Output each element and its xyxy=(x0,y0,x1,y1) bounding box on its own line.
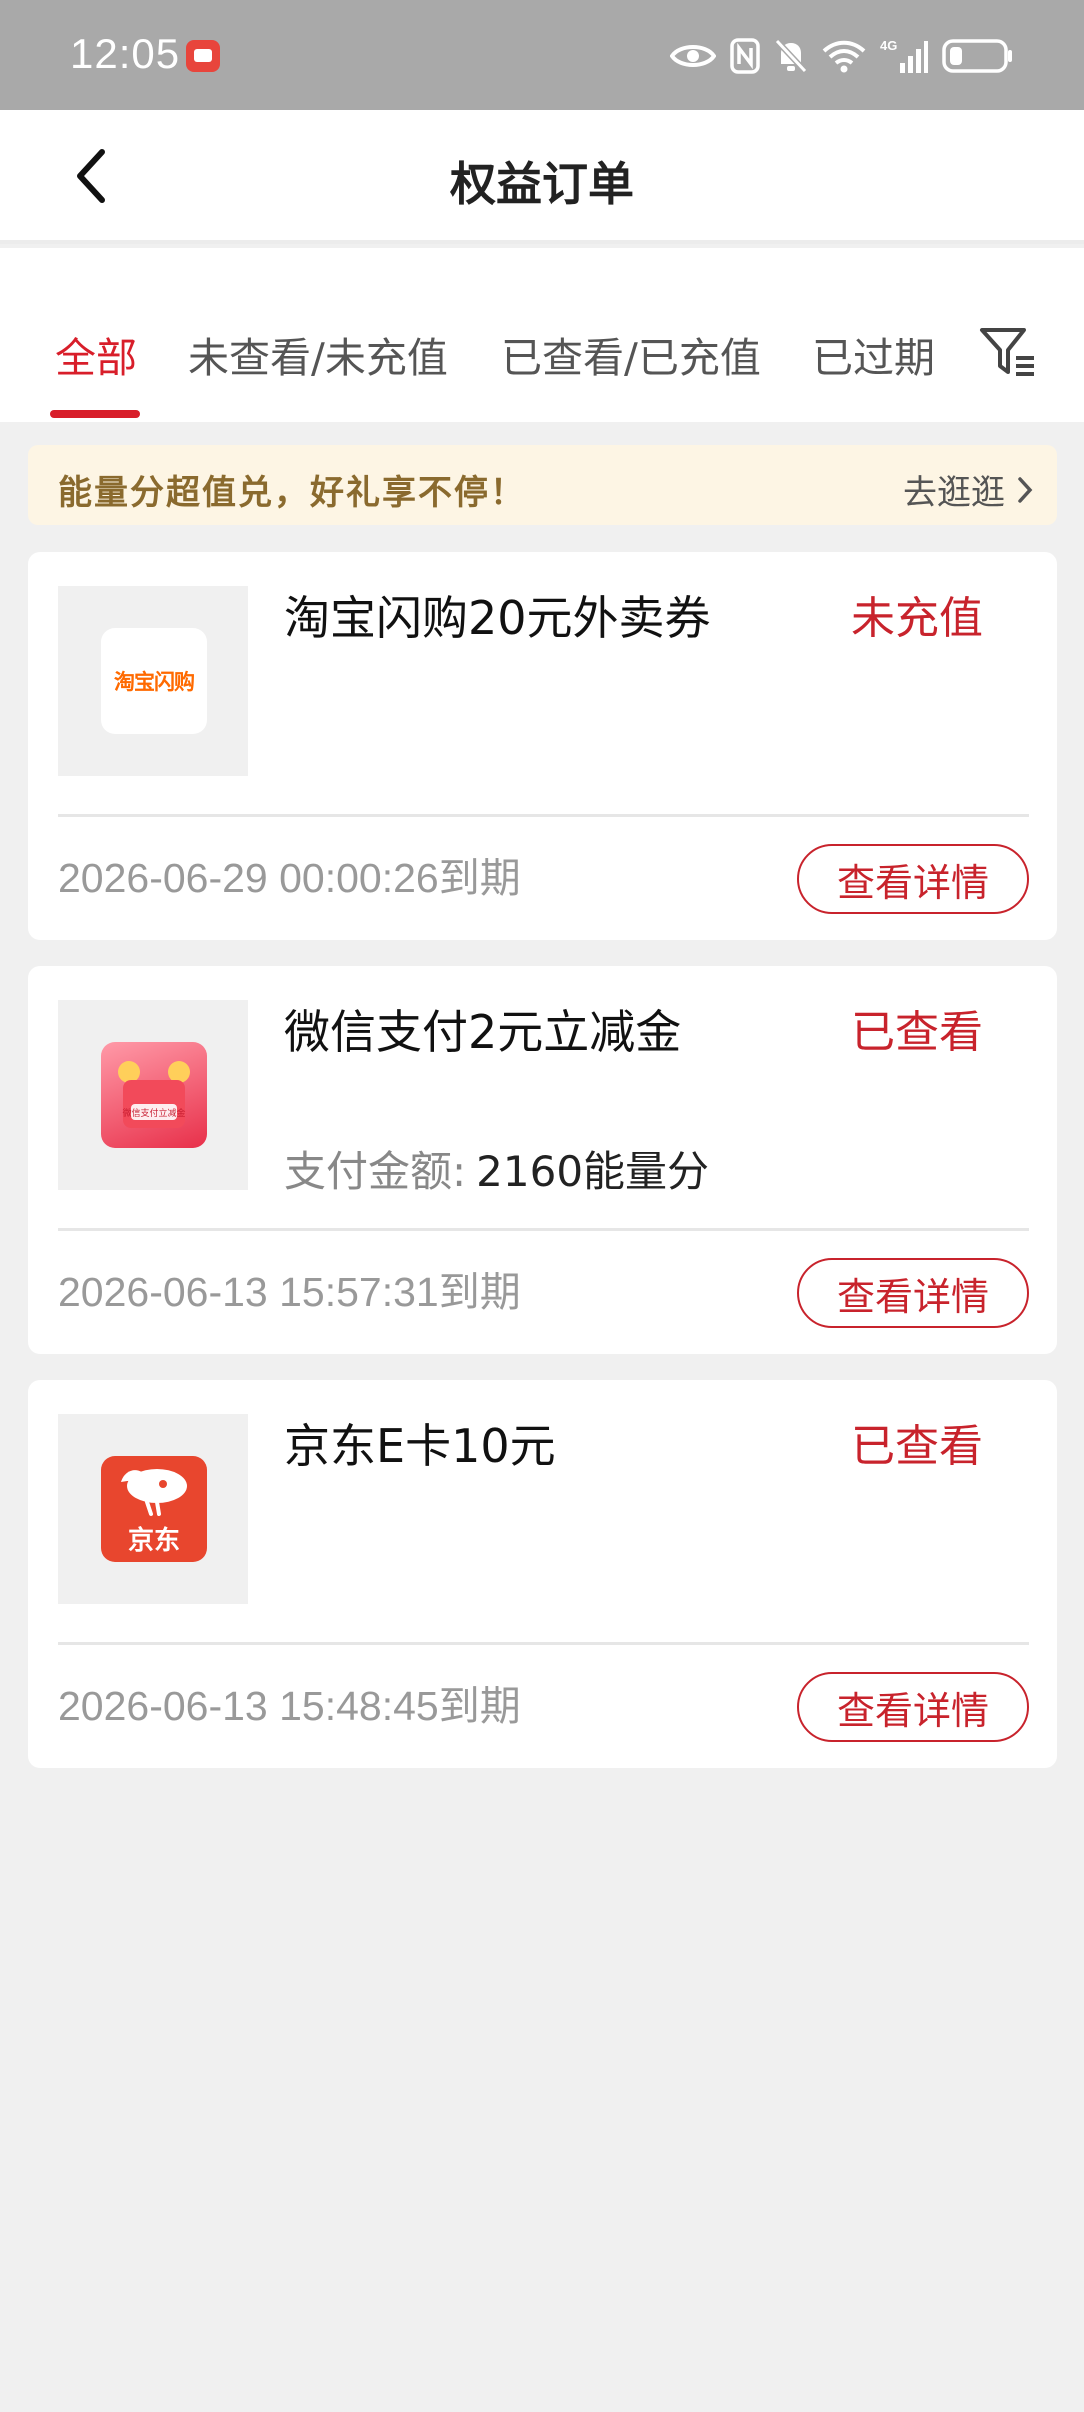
tab-bar: 全部 未查看/未充值 已查看/已充值 已过期 xyxy=(0,248,1084,422)
order-status: 已查看 xyxy=(851,1421,983,1472)
notification-app-icon xyxy=(186,40,220,72)
order-title: 微信支付2元立减金 xyxy=(284,1005,682,1059)
battery-icon xyxy=(942,39,1012,73)
order-card[interactable]: 京东 京东E卡10元 已查看 2026-06-13 15:48:45到期 查看详… xyxy=(28,1380,1057,1768)
order-expiry: 2026-06-29 00:00:26到期 xyxy=(58,855,521,901)
jd-logo-text: 京东 xyxy=(127,1526,180,1556)
jd-logo: 京东 xyxy=(101,1456,207,1562)
order-status: 未充值 xyxy=(851,593,983,644)
view-details-button[interactable]: 查看详情 xyxy=(797,844,1029,914)
chevron-right-icon xyxy=(1018,476,1033,503)
card-divider xyxy=(58,1642,1029,1645)
view-details-button[interactable]: 查看详情 xyxy=(797,1672,1029,1742)
status-time: 12:05 xyxy=(70,30,181,77)
order-card[interactable]: 微信支付立减金 微信支付2元立减金 已查看 支付金额: 2160能量分 2026-… xyxy=(28,966,1057,1354)
navigation-bar: 权益订单 xyxy=(0,110,1084,244)
payment-amount-label: 支付金额: xyxy=(284,1147,467,1196)
order-expiry: 2026-06-13 15:57:31到期 xyxy=(58,1269,521,1315)
promo-banner[interactable]: 能量分超值兑，好礼享不停！ 去逛逛 xyxy=(28,445,1057,525)
order-card[interactable]: 淘宝闪购 淘宝闪购20元外卖券 未充值 2026-06-29 00:00:26到… xyxy=(28,552,1057,940)
cellular-signal-icon: 4G xyxy=(880,38,928,73)
card-divider xyxy=(58,814,1029,817)
mute-bell-icon xyxy=(774,38,808,74)
order-title: 淘宝闪购20元外卖券 xyxy=(284,591,711,645)
promo-banner-link-label: 去逛逛 xyxy=(903,473,1005,513)
product-thumbnail: 京东 xyxy=(58,1414,248,1604)
order-title: 京东E卡10元 xyxy=(284,1419,556,1473)
product-thumbnail: 淘宝闪购 xyxy=(58,586,248,776)
filter-icon xyxy=(980,328,1034,376)
payment-amount: 支付金额: 2160能量分 xyxy=(284,1138,709,1199)
promo-banner-text: 能量分超值兑，好礼享不停！ xyxy=(58,473,526,513)
taobao-flash-logo-text: 淘宝闪购 xyxy=(114,670,195,694)
status-icons: 4G xyxy=(670,32,1014,80)
red-envelope-icon xyxy=(118,1061,190,1128)
active-tab-indicator xyxy=(50,410,140,418)
view-details-button[interactable]: 查看详情 xyxy=(797,1258,1029,1328)
nfc-icon xyxy=(730,38,760,74)
order-expiry: 2026-06-13 15:48:45到期 xyxy=(58,1683,521,1729)
payment-amount-value: 2160能量分 xyxy=(476,1147,710,1196)
page-title: 权益订单 xyxy=(450,157,634,211)
promo-banner-link[interactable]: 去逛逛 xyxy=(903,465,1033,514)
tab-unviewed-unrecharged[interactable]: 未查看/未充值 xyxy=(188,324,448,384)
wechat-pay-coupon-logo: 微信支付立减金 xyxy=(101,1042,207,1148)
tab-viewed-recharged[interactable]: 已查看/已充值 xyxy=(501,324,761,384)
taobao-flash-logo: 淘宝闪购 xyxy=(101,628,207,734)
product-thumbnail: 微信支付立减金 xyxy=(58,1000,248,1190)
tab-all[interactable]: 全部 xyxy=(55,324,137,384)
svg-text:4G: 4G xyxy=(880,38,897,53)
wechat-pay-coupon-logo-text: 微信支付立减金 xyxy=(122,1109,186,1119)
tab-expired[interactable]: 已过期 xyxy=(812,324,935,384)
status-bar: 12:05 4G xyxy=(0,0,1084,110)
card-divider xyxy=(58,1228,1029,1231)
filter-button[interactable] xyxy=(978,322,1038,382)
wifi-icon xyxy=(822,40,866,73)
order-status: 已查看 xyxy=(851,1007,983,1058)
eye-icon xyxy=(670,45,716,67)
